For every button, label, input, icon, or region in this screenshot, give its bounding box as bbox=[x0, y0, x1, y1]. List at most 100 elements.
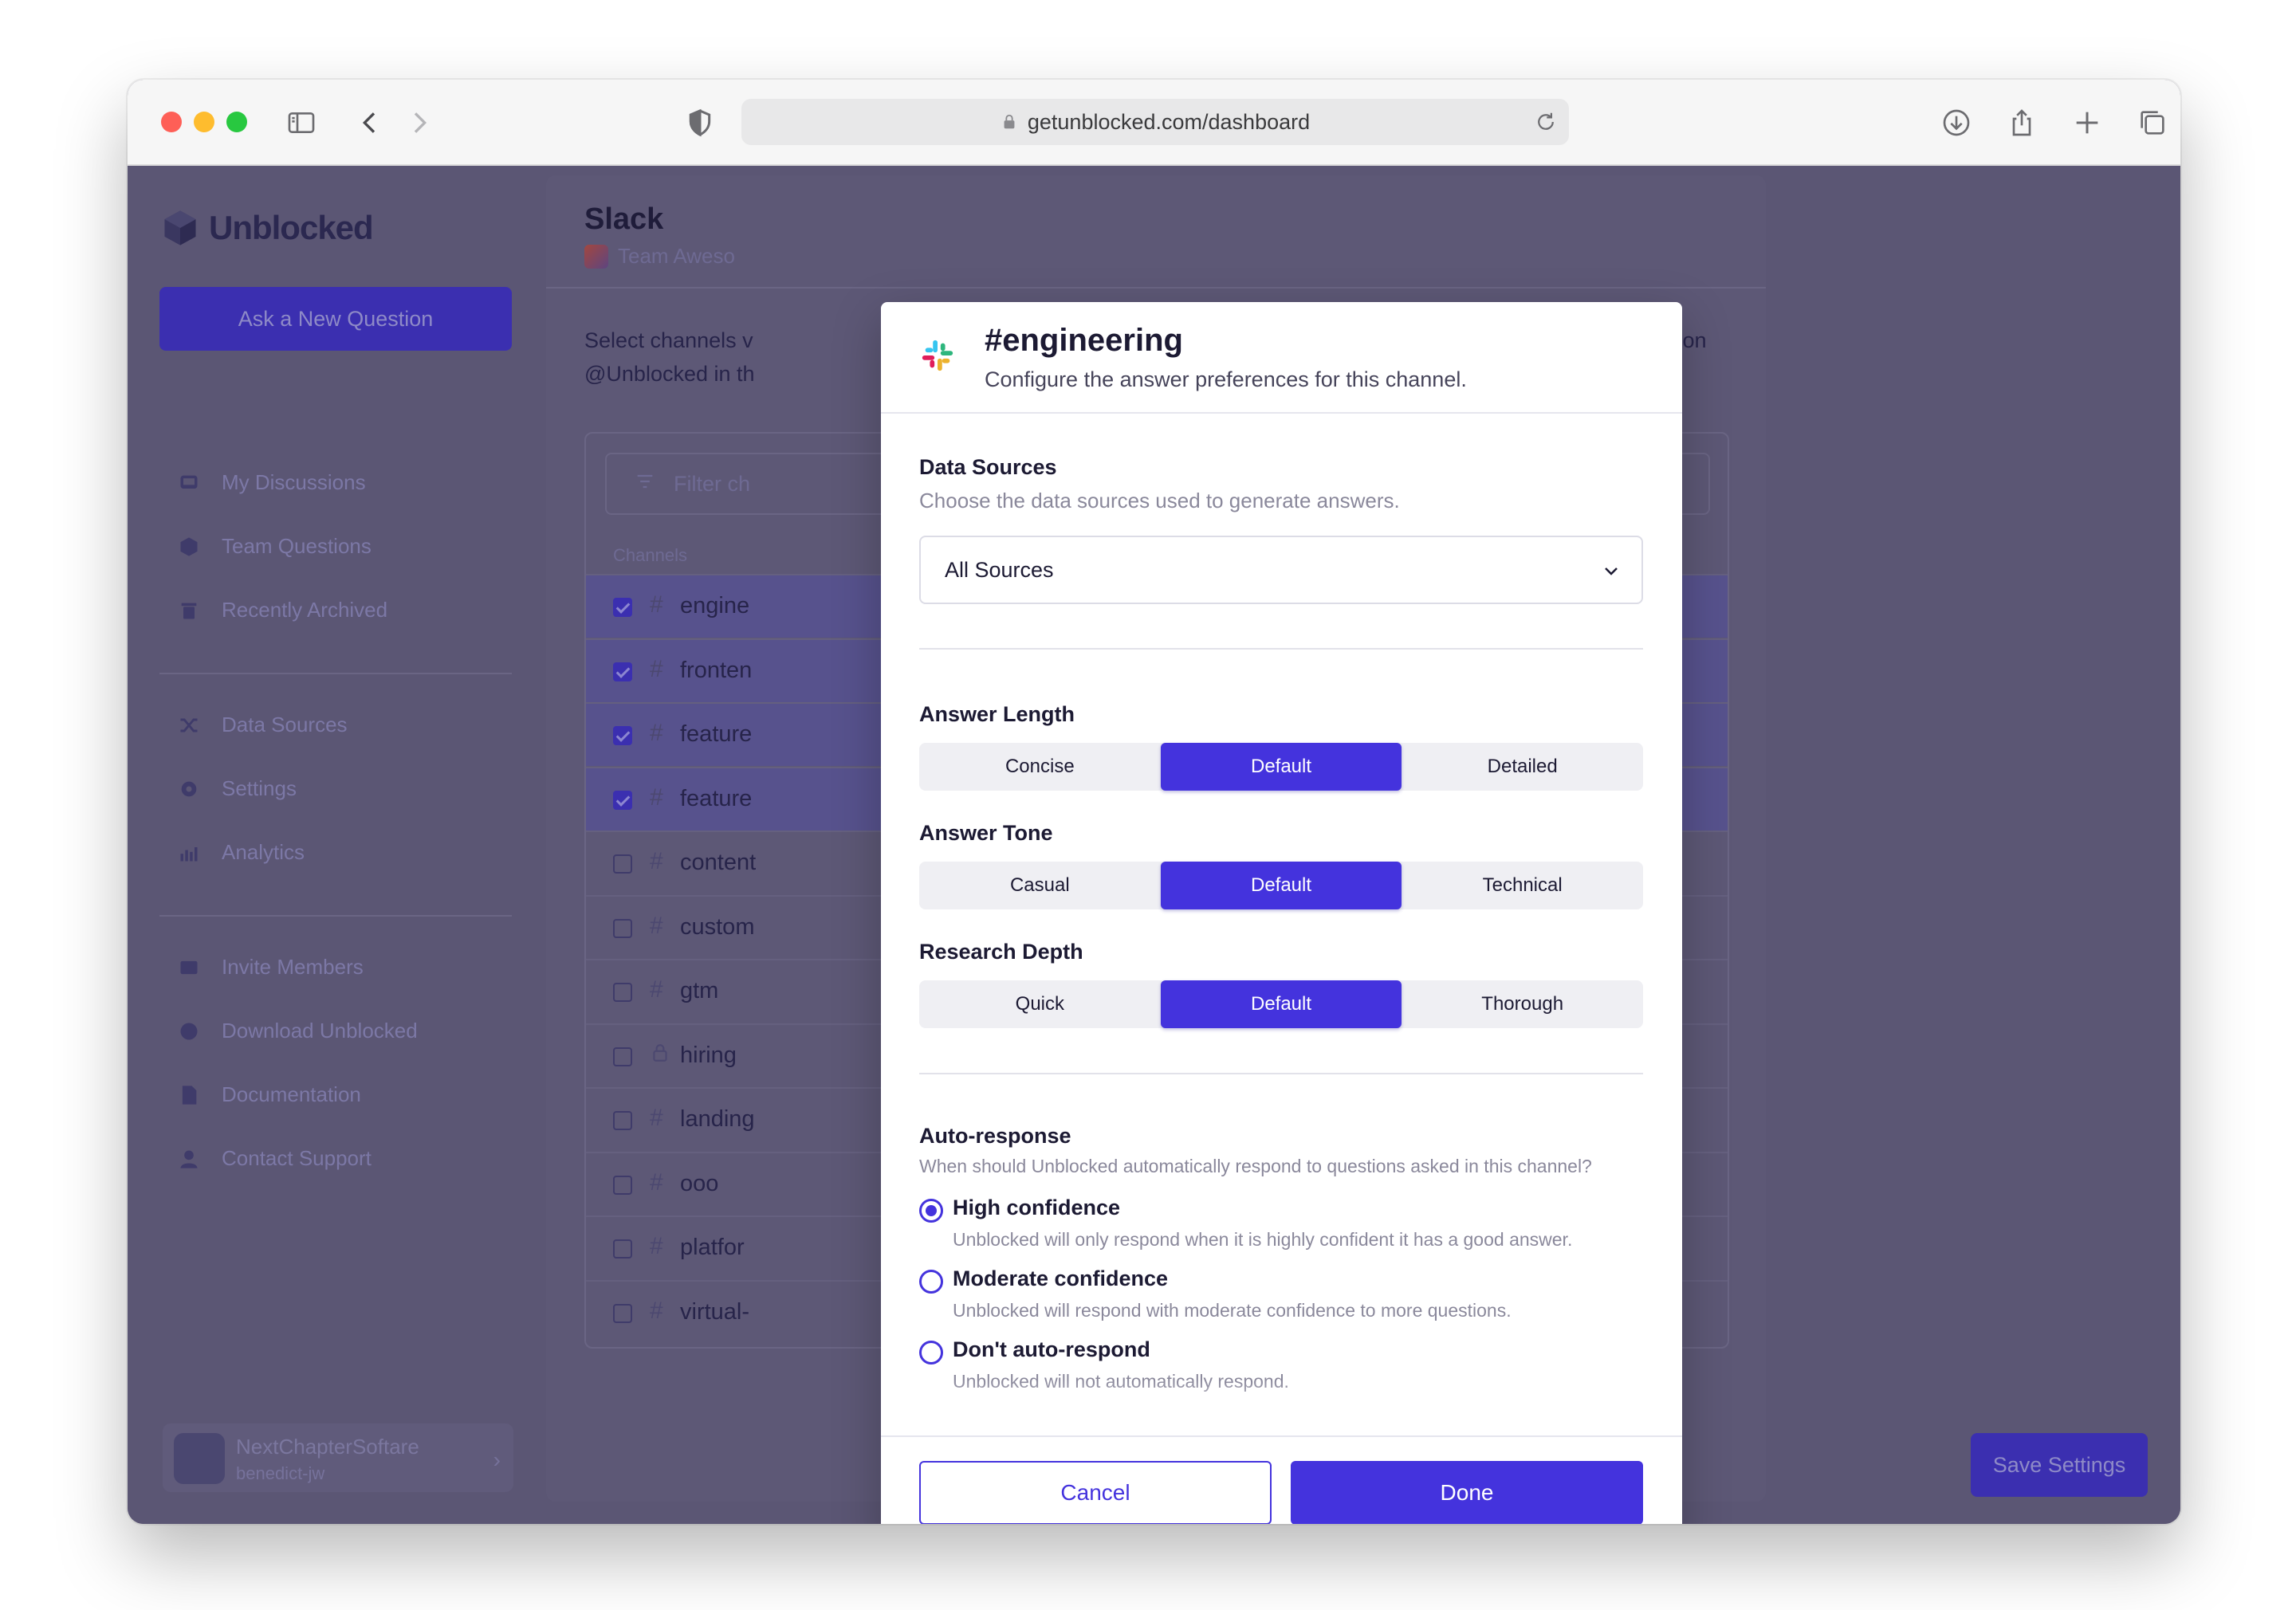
sidebar-divider bbox=[159, 673, 512, 674]
hash-icon: # bbox=[650, 1233, 663, 1259]
slack-icon bbox=[922, 340, 953, 371]
channel-checkbox[interactable] bbox=[613, 1239, 632, 1259]
lock-icon bbox=[1004, 114, 1015, 129]
sidebar-item-team-questions[interactable]: Team Questions bbox=[177, 534, 372, 559]
section-divider bbox=[919, 648, 1643, 650]
chevron-down-icon bbox=[1605, 567, 1618, 575]
ask-new-question-button[interactable]: Ask a New Question bbox=[159, 287, 512, 351]
hash-icon: # bbox=[650, 1297, 663, 1324]
team-name: Team Aweso bbox=[618, 244, 735, 268]
channel-checkbox[interactable] bbox=[613, 1046, 632, 1066]
scroll-fade bbox=[881, 1380, 1682, 1435]
lock-icon bbox=[650, 1041, 670, 1071]
sidebar-item-settings[interactable]: Settings bbox=[177, 776, 297, 801]
brand-name: Unblocked bbox=[209, 209, 374, 246]
hash-icon: # bbox=[650, 976, 663, 1003]
avatar bbox=[174, 1433, 225, 1484]
research-depth-quick[interactable]: Quick bbox=[919, 980, 1161, 1028]
radio-label: Moderate confidence bbox=[953, 1266, 1169, 1290]
chevron-right-icon: › bbox=[493, 1447, 501, 1472]
radio-button[interactable] bbox=[919, 1270, 943, 1294]
sidebar-item-invite-members[interactable]: Invite Members bbox=[177, 955, 364, 980]
sidebar-item-my-discussions[interactable]: My Discussions bbox=[177, 470, 366, 495]
channel-checkbox[interactable] bbox=[613, 983, 632, 1002]
radio-button[interactable] bbox=[919, 1341, 943, 1365]
sidebar-toggle-icon[interactable] bbox=[284, 105, 319, 140]
research-depth-default[interactable]: Default bbox=[1160, 980, 1402, 1028]
hash-icon: # bbox=[650, 591, 663, 618]
research-depth-thorough[interactable]: Thorough bbox=[1402, 980, 1643, 1028]
channel-name: engine bbox=[680, 593, 750, 618]
reload-icon[interactable] bbox=[1534, 110, 1558, 134]
channel-checkbox[interactable] bbox=[613, 598, 632, 617]
share-icon[interactable] bbox=[2004, 105, 2039, 140]
radio-button[interactable] bbox=[919, 1199, 943, 1223]
channel-checkbox[interactable] bbox=[613, 854, 632, 874]
privacy-shield-icon[interactable] bbox=[682, 105, 718, 140]
sidebar-item-analytics[interactable]: Analytics bbox=[177, 840, 305, 865]
channel-preferences-dialog: #engineering Configure the answer prefer… bbox=[881, 302, 1682, 1524]
header-divider bbox=[546, 287, 1766, 289]
research-depth-title: Research Depth bbox=[919, 940, 1083, 964]
channel-checkbox[interactable] bbox=[613, 790, 632, 810]
save-settings-button[interactable]: Save Settings bbox=[1971, 1433, 2148, 1497]
channel-name: content bbox=[680, 850, 757, 875]
channel-name: fronten bbox=[680, 657, 753, 683]
channel-checkbox[interactable] bbox=[613, 1175, 632, 1195]
hash-icon: # bbox=[650, 655, 663, 682]
sidebar-item-contact-support[interactable]: Contact Support bbox=[177, 1146, 372, 1171]
download-icon bbox=[177, 1019, 201, 1043]
channel-checkbox[interactable] bbox=[613, 1111, 632, 1130]
workspace-user: benedict-jw bbox=[236, 1463, 325, 1483]
sidebar-item-data-sources[interactable]: Data Sources bbox=[177, 713, 348, 737]
dialog-title: #engineering bbox=[985, 323, 1183, 358]
sidebar-item-label: Download Unblocked bbox=[222, 1019, 418, 1043]
sidebar-item-label: Contact Support bbox=[222, 1146, 372, 1170]
hash-icon: # bbox=[650, 783, 663, 811]
channel-checkbox[interactable] bbox=[613, 918, 632, 938]
data-sources-select[interactable]: All Sources bbox=[919, 536, 1643, 604]
answer-tone-technical[interactable]: Technical bbox=[1402, 862, 1643, 909]
sidebar-divider bbox=[159, 915, 512, 917]
channel-checkbox[interactable] bbox=[613, 726, 632, 745]
radio-description: Unblocked will respond with moderate con… bbox=[953, 1300, 1512, 1321]
person-icon bbox=[177, 1147, 201, 1171]
forward-icon[interactable] bbox=[402, 105, 437, 140]
answer-tone-casual[interactable]: Casual bbox=[919, 862, 1161, 909]
answer-tone-default[interactable]: Default bbox=[1160, 862, 1402, 909]
channel-checkbox[interactable] bbox=[613, 1303, 632, 1323]
workspace-switcher[interactable]: NextChapterSoftare benedict-jw › bbox=[163, 1423, 513, 1492]
close-window-button[interactable] bbox=[161, 112, 182, 132]
downloads-icon[interactable] bbox=[1939, 105, 1974, 140]
chat-icon bbox=[177, 471, 201, 495]
url-text: getunblocked.com/dashboard bbox=[1027, 109, 1311, 134]
channel-checkbox[interactable] bbox=[613, 662, 632, 681]
zoom-window-button[interactable] bbox=[226, 112, 247, 132]
sidebar-item-recently-archived[interactable]: Recently Archived bbox=[177, 598, 387, 622]
cancel-button[interactable]: Cancel bbox=[919, 1461, 1272, 1524]
cube-icon bbox=[177, 535, 201, 559]
answer-length-detailed[interactable]: Detailed bbox=[1402, 743, 1643, 791]
channel-name: custom bbox=[680, 913, 755, 940]
research-depth-segmented-control: Quick Default Thorough bbox=[919, 980, 1643, 1028]
hash-icon: # bbox=[650, 1105, 663, 1131]
answer-length-default[interactable]: Default bbox=[1160, 743, 1402, 791]
sidebar-item-download[interactable]: Download Unblocked bbox=[177, 1019, 418, 1043]
minimize-window-button[interactable] bbox=[194, 112, 214, 132]
page-title: Slack bbox=[584, 202, 664, 236]
done-button[interactable]: Done bbox=[1291, 1461, 1643, 1524]
filter-placeholder: Filter ch bbox=[674, 471, 751, 496]
new-tab-icon[interactable] bbox=[2070, 105, 2105, 140]
back-icon[interactable] bbox=[352, 105, 387, 140]
channel-name: hiring bbox=[680, 1042, 737, 1068]
hash-icon: # bbox=[650, 912, 663, 939]
mail-icon bbox=[177, 956, 201, 980]
answer-tone-title: Answer Tone bbox=[919, 821, 1053, 845]
answer-length-concise[interactable]: Concise bbox=[919, 743, 1161, 791]
address-bar[interactable]: getunblocked.com/dashboard bbox=[741, 99, 1569, 145]
brand-logo[interactable]: Unblocked bbox=[159, 207, 374, 249]
tab-overview-icon[interactable] bbox=[2135, 105, 2170, 140]
auto-response-description: When should Unblocked automatically resp… bbox=[919, 1156, 1592, 1176]
analytics-icon bbox=[177, 841, 201, 865]
sidebar-item-documentation[interactable]: Documentation bbox=[177, 1082, 361, 1107]
